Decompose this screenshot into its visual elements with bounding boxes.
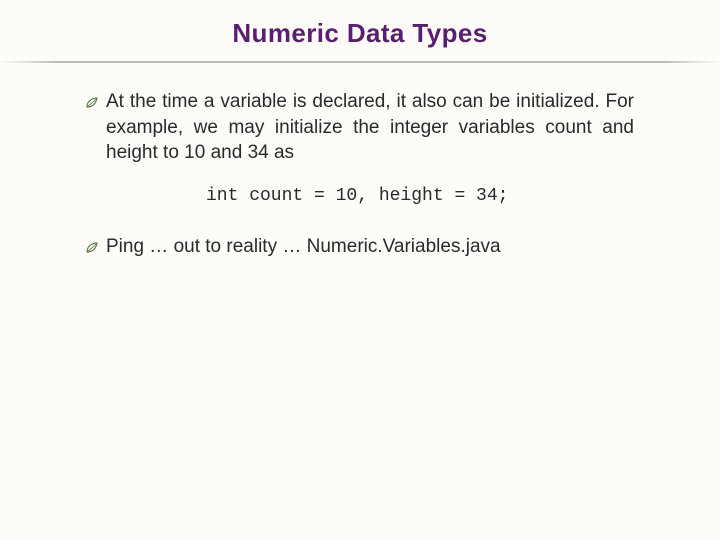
- bullet-text: At the time a variable is declared, it a…: [106, 89, 634, 166]
- slide: Numeric Data Types At the time a variabl…: [0, 0, 720, 540]
- page-title: Numeric Data Types: [0, 18, 720, 49]
- bullet-text: Ping … out to reality … Numeric.Variable…: [106, 234, 634, 260]
- code-snippet: int count = 10, height = 34;: [86, 186, 634, 206]
- divider: [0, 61, 720, 63]
- leaf-bullet-icon: [86, 96, 98, 114]
- list-item: Ping … out to reality … Numeric.Variable…: [86, 234, 634, 260]
- content-area: At the time a variable is declared, it a…: [0, 63, 720, 260]
- list-item: At the time a variable is declared, it a…: [86, 89, 634, 166]
- leaf-bullet-icon: [86, 241, 98, 259]
